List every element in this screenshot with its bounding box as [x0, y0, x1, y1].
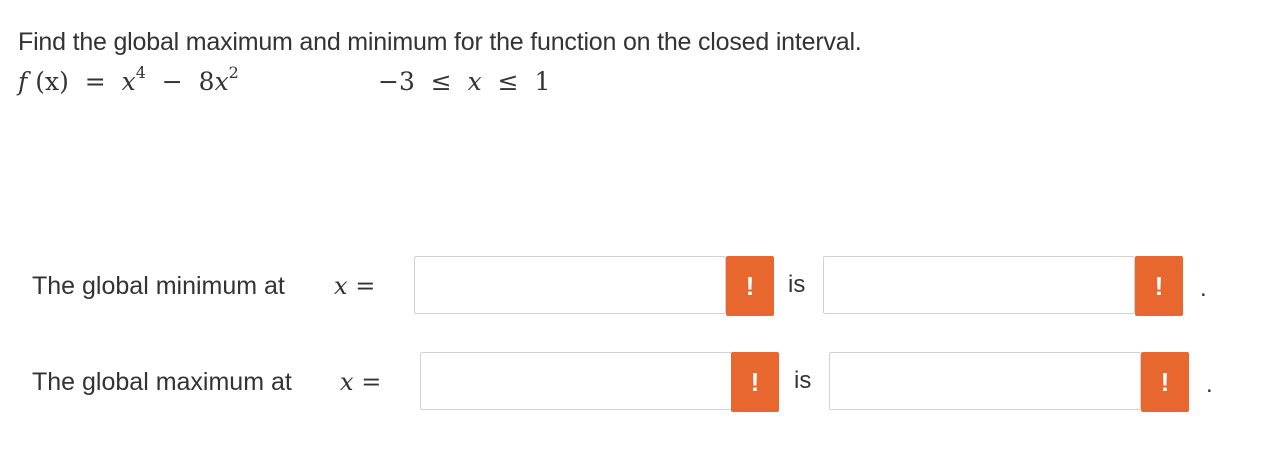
- maximum-is-label: is: [794, 367, 812, 394]
- maximum-x-input[interactable]: [420, 352, 732, 410]
- global-minimum-row: The global minimum at x = ! is ! .: [0, 256, 1262, 316]
- minimum-var-equals: =: [355, 272, 376, 300]
- minimum-label: The global minimum at: [32, 272, 285, 300]
- minimum-var: x =: [334, 256, 375, 316]
- maximum-var: x =: [340, 352, 381, 412]
- function-name: f: [18, 67, 28, 96]
- minimum-is-label: is: [788, 271, 806, 298]
- maximum-var-x: x: [340, 368, 354, 396]
- term2-base: x: [214, 67, 229, 96]
- interval-leq-right: ≤: [497, 67, 519, 96]
- term1-exponent: 4: [135, 63, 146, 82]
- maximum-value-warning-icon[interactable]: !: [1141, 352, 1189, 412]
- maximum-label: The global maximum at: [32, 368, 292, 396]
- term2-coefficient: 8: [198, 67, 215, 96]
- formula-equals: =: [84, 67, 106, 96]
- minimum-value-warning-icon[interactable]: !: [1135, 256, 1183, 316]
- function-formula: f (x) = x4 − 8x2: [18, 64, 239, 100]
- term1-base: x: [121, 67, 136, 96]
- question-prompt: Find the global maximum and minimum for …: [18, 28, 862, 56]
- global-maximum-row: The global maximum at x = ! is ! .: [0, 352, 1262, 412]
- term2-exponent: 2: [228, 63, 239, 82]
- maximum-value-input[interactable]: [829, 352, 1141, 410]
- minimum-period: .: [1200, 275, 1207, 302]
- minimum-value-input[interactable]: [823, 256, 1135, 314]
- minimum-x-warning-icon[interactable]: !: [726, 256, 774, 316]
- minimum-var-x: x: [334, 272, 348, 300]
- formula-minus: −: [161, 67, 183, 96]
- minimum-x-input[interactable]: [414, 256, 726, 314]
- interval-high: 1: [534, 67, 551, 96]
- interval-low: −3: [378, 67, 415, 96]
- maximum-x-warning-icon[interactable]: !: [731, 352, 779, 412]
- interval-leq-left: ≤: [430, 67, 452, 96]
- function-arg: (x): [35, 67, 69, 96]
- maximum-var-equals: =: [361, 368, 382, 396]
- maximum-period: .: [1206, 371, 1213, 398]
- interval-var: x: [467, 67, 482, 96]
- interval-formula: −3 ≤ x ≤ 1: [378, 64, 550, 100]
